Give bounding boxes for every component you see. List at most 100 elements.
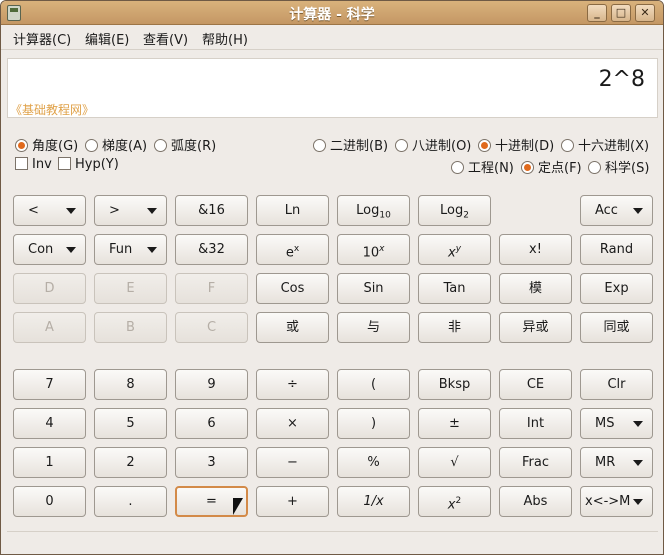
- radio-decimal[interactable]: 十进制(D): [478, 135, 554, 154]
- checkbox-box-icon: [58, 157, 71, 170]
- hex-d-button[interactable]: D: [13, 273, 86, 304]
- radio-scientific[interactable]: 科学(S): [588, 157, 649, 176]
- menu-help[interactable]: 帮助(H): [202, 29, 248, 48]
- dropdown-arrow-icon: [633, 421, 643, 427]
- radio-octal[interactable]: 八进制(O): [395, 135, 471, 154]
- and16-button[interactable]: &16: [175, 195, 248, 226]
- x-power-y-button[interactable]: xy: [418, 234, 491, 265]
- constants-label: Con: [28, 242, 54, 257]
- radio-gradians[interactable]: 梯度(A): [85, 135, 147, 154]
- functions-button[interactable]: Fun: [94, 234, 167, 265]
- memory-store-button[interactable]: MS: [580, 408, 653, 439]
- hex-a-button[interactable]: A: [13, 312, 86, 343]
- tan-button[interactable]: Tan: [418, 273, 491, 304]
- left-paren-button[interactable]: (: [337, 369, 410, 400]
- menu-view[interactable]: 查看(V): [143, 29, 188, 48]
- status-bar: [7, 531, 658, 549]
- digit-2-button[interactable]: 2: [94, 447, 167, 478]
- close-button[interactable]: ✕: [635, 4, 655, 22]
- radio-fixed[interactable]: 定点(F): [521, 157, 582, 176]
- digit-8-button[interactable]: 8: [94, 369, 167, 400]
- hex-f-button[interactable]: F: [175, 273, 248, 304]
- radio-radians[interactable]: 弧度(R): [154, 135, 216, 154]
- exp-button[interactable]: Exp: [580, 273, 653, 304]
- or-button[interactable]: 或: [256, 312, 329, 343]
- not-button[interactable]: 非: [418, 312, 491, 343]
- digit-3-button[interactable]: 3: [175, 447, 248, 478]
- random-button[interactable]: Rand: [580, 234, 653, 265]
- multiply-button[interactable]: ×: [256, 408, 329, 439]
- menu-calculator[interactable]: 计算器(C): [13, 29, 71, 48]
- maximize-button[interactable]: □: [611, 4, 631, 22]
- checkbox-hyp[interactable]: Hyp(Y): [58, 157, 119, 172]
- add-button[interactable]: +: [256, 486, 329, 517]
- radio-dot-icon: [313, 139, 326, 152]
- square-button[interactable]: x2: [418, 486, 491, 517]
- xnor-button[interactable]: 同或: [580, 312, 653, 343]
- reciprocal-button[interactable]: 1/x: [337, 486, 410, 517]
- digit-6-button[interactable]: 6: [175, 408, 248, 439]
- decimal-point-button[interactable]: .: [94, 486, 167, 517]
- digit-1-button[interactable]: 1: [13, 447, 86, 478]
- ln-button[interactable]: Ln: [256, 195, 329, 226]
- subtract-button[interactable]: −: [256, 447, 329, 478]
- backspace-button[interactable]: Bksp: [418, 369, 491, 400]
- exp-e-button[interactable]: ex: [256, 234, 329, 265]
- dropdown-arrow-icon: [633, 460, 643, 466]
- mod-button[interactable]: 模: [499, 273, 572, 304]
- shift-right-button[interactable]: >: [94, 195, 167, 226]
- radio-dot-icon: [521, 161, 534, 174]
- integer-button[interactable]: Int: [499, 408, 572, 439]
- right-paren-button[interactable]: ): [337, 408, 410, 439]
- ten-power-label: 10: [362, 245, 380, 261]
- hex-c-button[interactable]: C: [175, 312, 248, 343]
- radio-engineering[interactable]: 工程(N): [451, 157, 514, 176]
- percent-button[interactable]: %: [337, 447, 410, 478]
- digit-5-button[interactable]: 5: [94, 408, 167, 439]
- log10-button[interactable]: Log10: [337, 195, 410, 226]
- menu-edit[interactable]: 编辑(E): [85, 29, 129, 48]
- radio-dot-icon: [588, 161, 601, 174]
- radio-binary[interactable]: 二进制(B): [313, 135, 388, 154]
- digit-9-button[interactable]: 9: [175, 369, 248, 400]
- log2-button[interactable]: Log2: [418, 195, 491, 226]
- shift-left-button[interactable]: <: [13, 195, 86, 226]
- hex-e-button[interactable]: E: [94, 273, 167, 304]
- ten-power-button[interactable]: 10x: [337, 234, 410, 265]
- x-power-y-superscript: y: [455, 244, 462, 254]
- checkbox-inv[interactable]: Inv: [15, 157, 52, 172]
- plus-minus-button[interactable]: ±: [418, 408, 491, 439]
- display-value: 2^8: [598, 67, 645, 92]
- and32-button[interactable]: &32: [175, 234, 248, 265]
- shift-right-label: >: [109, 203, 120, 218]
- radio-radians-label: 弧度(R): [171, 139, 217, 154]
- digit-7-button[interactable]: 7: [13, 369, 86, 400]
- clear-button[interactable]: Clr: [580, 369, 653, 400]
- radio-hexadecimal[interactable]: 十六进制(X): [561, 135, 649, 154]
- radio-engineering-label: 工程(N): [468, 161, 514, 176]
- fraction-button[interactable]: Frac: [499, 447, 572, 478]
- clear-entry-button[interactable]: CE: [499, 369, 572, 400]
- radio-octal-label: 八进制(O): [412, 139, 472, 154]
- digit-0-button[interactable]: 0: [13, 486, 86, 517]
- exchange-memory-button[interactable]: x<->M: [580, 486, 653, 517]
- and-button[interactable]: 与: [337, 312, 410, 343]
- memory-store-label: MS: [595, 416, 615, 431]
- xor-button[interactable]: 异或: [499, 312, 572, 343]
- divide-button[interactable]: ÷: [256, 369, 329, 400]
- radio-hexadecimal-label: 十六进制(X): [578, 139, 650, 154]
- constants-button[interactable]: Con: [13, 234, 86, 265]
- minimize-button[interactable]: _: [587, 4, 607, 22]
- sin-button[interactable]: Sin: [337, 273, 410, 304]
- accuracy-button[interactable]: Acc: [580, 195, 653, 226]
- digit-4-button[interactable]: 4: [13, 408, 86, 439]
- cos-button[interactable]: Cos: [256, 273, 329, 304]
- radio-degrees[interactable]: 角度(G): [15, 135, 78, 154]
- memory-recall-button[interactable]: MR: [580, 447, 653, 478]
- factorial-button[interactable]: x!: [499, 234, 572, 265]
- hex-b-button[interactable]: B: [94, 312, 167, 343]
- square-root-button[interactable]: √: [418, 447, 491, 478]
- absolute-button[interactable]: Abs: [499, 486, 572, 517]
- window-title: 计算器 - 科学: [289, 7, 375, 23]
- radio-dot-icon: [451, 161, 464, 174]
